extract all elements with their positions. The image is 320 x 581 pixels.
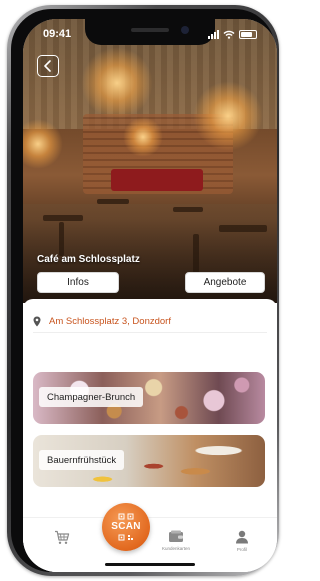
status-icons — [208, 29, 257, 39]
offer-card-champagner-brunch[interactable]: Champagner-Brunch — [33, 372, 265, 424]
address-row[interactable]: Am Schlossplatz 3, Donzdorf — [33, 310, 267, 333]
address-text: Am Schlossplatz 3, Donzdorf — [49, 315, 171, 327]
home-indicator — [105, 563, 195, 566]
content-panel: Am Schlossplatz 3, Donzdorf Champagner-B… — [23, 299, 277, 572]
wifi-icon — [223, 30, 235, 39]
tab-angebote[interactable]: Angebote — [185, 272, 265, 293]
offer-card-bauernfruehstueck[interactable]: Bauernfrühstück — [33, 435, 265, 487]
offer-label: Bauernfrühstück — [39, 450, 125, 470]
chevron-left-icon — [44, 60, 51, 72]
app-screen: 09:41 Café am Schlossplatz Infos Angebot… — [23, 19, 277, 572]
user-icon — [236, 530, 248, 544]
shopping-cart-icon — [55, 530, 70, 544]
tab-infos[interactable]: Infos — [37, 272, 119, 293]
status-time: 09:41 — [43, 28, 72, 40]
signal-icon — [208, 30, 219, 39]
status-bar: 09:41 — [23, 19, 277, 49]
tab-profil-label: Profil — [236, 547, 248, 552]
tab-kundenkarten-label: Kundenkarten — [161, 546, 191, 551]
bottom-tab-bar: SCAN Kundenkarten Profil — [23, 503, 277, 572]
map-pin-icon — [33, 316, 41, 326]
place-title: Café am Schlossplatz — [37, 254, 140, 265]
qr-code-bottom-icon — [118, 534, 133, 541]
offer-label: Champagner-Brunch — [39, 387, 144, 407]
wallet-icon — [169, 530, 183, 542]
notch — [85, 19, 215, 45]
scan-label: SCAN — [111, 521, 141, 532]
tab-kundenkarten[interactable]: Kundenkarten — [151, 530, 201, 551]
tab-cart[interactable] — [37, 530, 87, 545]
back-button[interactable] — [37, 55, 59, 77]
tab-profil[interactable]: Profil — [217, 530, 267, 552]
scan-button[interactable]: SCAN — [102, 503, 150, 551]
battery-icon — [239, 30, 257, 39]
qr-code-icon — [118, 513, 134, 520]
